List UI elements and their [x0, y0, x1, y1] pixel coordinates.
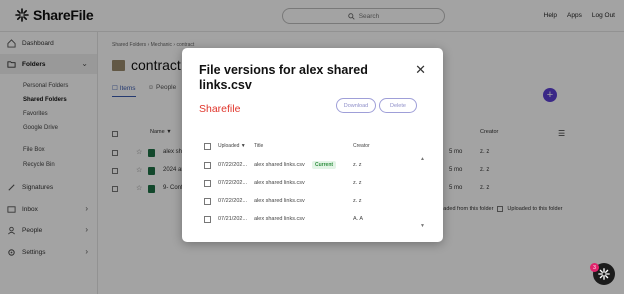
close-icon[interactable]: ✕	[415, 62, 426, 78]
dialog-title: File versions for alex shared links.csv	[199, 63, 368, 92]
delete-button[interactable]: Delete	[379, 98, 417, 113]
select-all-checkbox[interactable]	[204, 143, 211, 150]
scroll-down-icon[interactable]: ▼	[420, 223, 425, 229]
sharefile-brand-label: Sharefile	[199, 103, 241, 115]
row-checkbox[interactable]	[204, 180, 211, 187]
column-uploaded[interactable]: Uploaded ▼	[218, 143, 246, 149]
version-row[interactable]: 07/22/202... alex shared links.csv Curre…	[182, 157, 443, 174]
column-creator[interactable]: Creator	[353, 143, 370, 149]
row-checkbox[interactable]	[204, 216, 211, 223]
scroll-up-icon[interactable]: ▲	[420, 156, 425, 162]
row-checkbox[interactable]	[204, 198, 211, 205]
sharefile-logo-icon	[598, 268, 610, 280]
current-badge: Current	[312, 161, 337, 169]
version-row[interactable]: 07/22/202... alex shared links.csv z. z	[182, 175, 443, 192]
version-row[interactable]: 07/22/202... alex shared links.csv z. z	[182, 193, 443, 210]
file-versions-dialog: File versions for alex shared links.csv …	[182, 48, 443, 242]
row-checkbox[interactable]	[204, 162, 211, 169]
download-button[interactable]: Download	[336, 98, 376, 113]
column-title[interactable]: Title	[254, 143, 263, 149]
version-row[interactable]: 07/21/202... alex shared links.csv A. A	[182, 211, 443, 228]
notification-badge: 3	[590, 263, 599, 272]
